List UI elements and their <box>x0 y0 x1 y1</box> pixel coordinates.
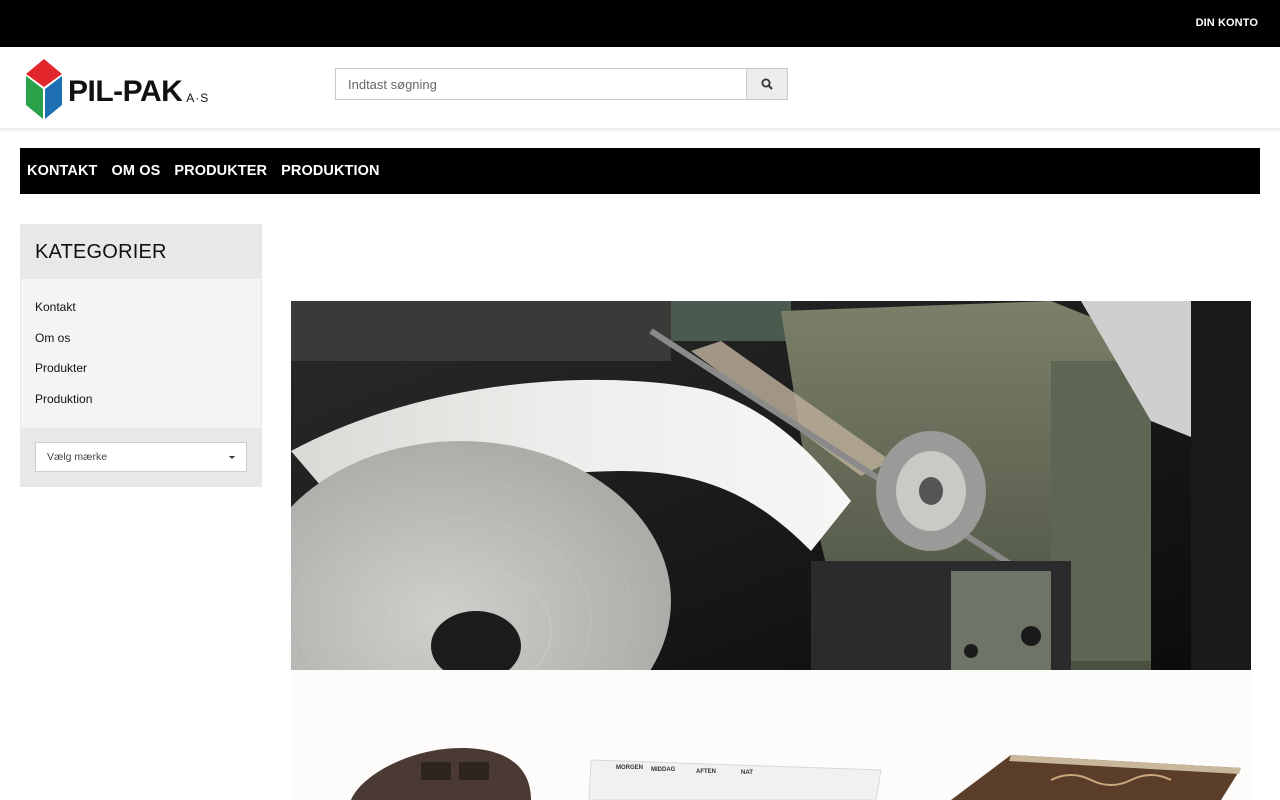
pillbox-label-nat: NAT <box>741 770 753 776</box>
site-logo[interactable]: PIL-PAK A·S <box>24 56 244 122</box>
products-banner: MORGEN MIDDAG AFTEN NAT <box>291 670 1251 800</box>
category-item-produkter[interactable]: Produkter <box>35 361 261 392</box>
brand-select-value: Vælg mærke <box>47 451 108 463</box>
account-link[interactable]: DIN KONTO <box>1196 17 1258 29</box>
search-input[interactable] <box>335 68 746 100</box>
cube-logo-icon <box>26 59 62 119</box>
brand-select[interactable]: Vælg mærke <box>35 442 247 472</box>
nav-item-om-os[interactable]: OM OS <box>112 163 161 179</box>
pillbox-label-aften: AFTEN <box>696 769 716 775</box>
main-nav: KONTAKT OM OS PRODUKTER PRODUKTION <box>20 148 1260 194</box>
search-icon <box>761 78 773 90</box>
nav-item-produkter[interactable]: PRODUKTER <box>174 163 267 179</box>
pillbox-label-middag: MIDDAG <box>651 767 676 773</box>
search-form <box>335 68 788 100</box>
sidebar-header: KATEGORIER <box>21 225 261 279</box>
logo-wordmark: PIL-PAK <box>68 75 183 108</box>
category-sidebar: KATEGORIER Kontakt Om os Produkter Produ… <box>20 224 262 487</box>
category-list: Kontakt Om os Produkter Produktion <box>21 279 261 428</box>
pillbox-label-morgen: MORGEN <box>616 765 643 771</box>
category-item-kontakt[interactable]: Kontakt <box>35 300 261 331</box>
paper-roll-machine-image <box>291 301 1251 670</box>
packaging-products-image: MORGEN MIDDAG AFTEN NAT <box>291 670 1251 800</box>
hero-image <box>291 301 1251 670</box>
nav-item-kontakt[interactable]: KONTAKT <box>27 163 98 179</box>
caret-down-icon <box>229 455 235 459</box>
category-item-om-os[interactable]: Om os <box>35 331 261 362</box>
nav-item-produktion[interactable]: PRODUKTION <box>281 163 379 179</box>
site-header: PIL-PAK A·S <box>0 47 1280 128</box>
top-bar: DIN KONTO <box>0 0 1280 47</box>
search-button[interactable] <box>746 68 788 100</box>
sidebar-title: KATEGORIER <box>35 240 167 263</box>
brand-filter: Vælg mærke <box>21 428 261 487</box>
logo-suffix: A·S <box>186 91 210 105</box>
category-item-produktion[interactable]: Produktion <box>35 392 261 423</box>
